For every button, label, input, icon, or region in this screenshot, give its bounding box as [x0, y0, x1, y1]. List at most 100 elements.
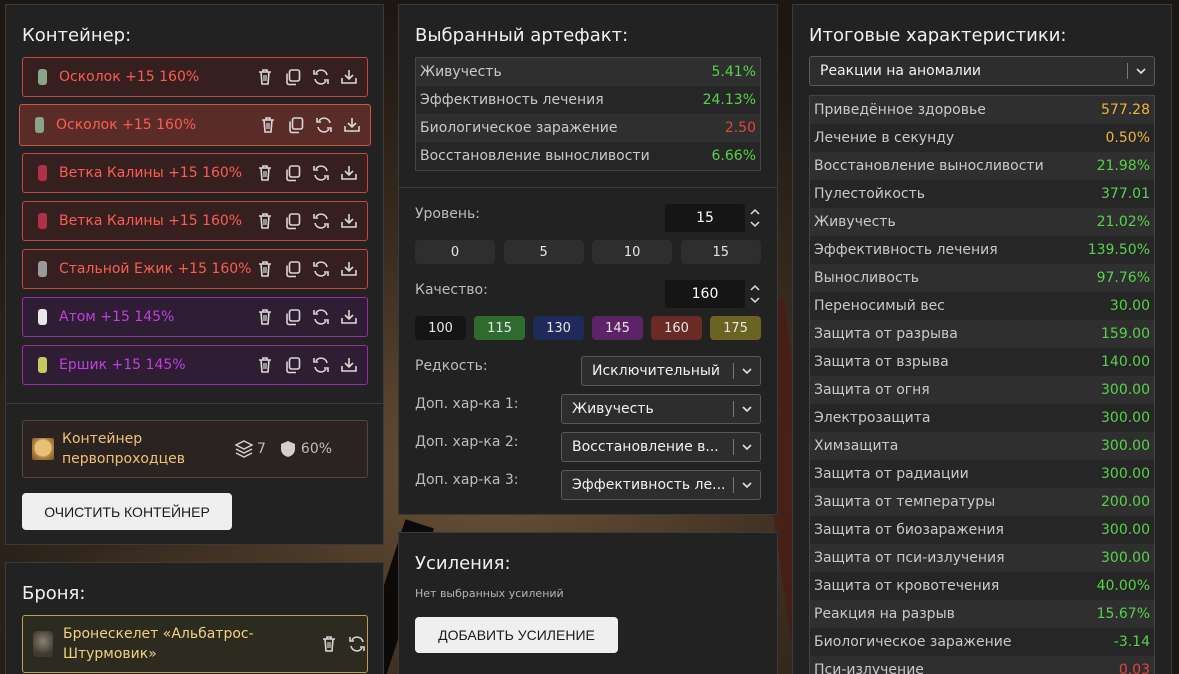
totals-panel: Итоговые характеристики: Реакции на аном…	[792, 4, 1172, 674]
trash-icon[interactable]	[255, 211, 275, 231]
copy-icon[interactable]	[283, 211, 303, 231]
quality-preset-button[interactable]: 145	[592, 316, 643, 340]
swap-icon[interactable]	[311, 211, 331, 231]
trash-icon[interactable]	[258, 115, 278, 135]
copy-icon[interactable]	[286, 115, 306, 135]
stat-name: Биологическое заражение	[420, 120, 618, 136]
total-stat-name: Защита от разрыва	[814, 326, 958, 342]
add-boost-button[interactable]: ДОБАВИТЬ УСИЛЕНИЕ	[415, 617, 618, 653]
quality-preset-button[interactable]: 100	[415, 316, 466, 340]
totals-row: Защита от огня 300.00	[810, 376, 1154, 404]
artifact-actions	[255, 211, 359, 231]
artifact-item[interactable]: Ветка Калины +15 160%	[22, 201, 368, 241]
chevron-down-icon	[740, 440, 754, 454]
selected-artifact-panel: Выбранный артефакт: Живучесть 5.41% Эффект…	[398, 4, 778, 515]
artifact-stats-table: Живучесть 5.41% Эффективность лечения 24.13…	[415, 57, 761, 171]
quality-spinner-icon[interactable]	[749, 282, 761, 306]
total-stat-name: Химзащита	[814, 438, 899, 454]
total-stat-name: Биологическое заражение	[814, 634, 1012, 650]
total-stat-name: Защита от биозаражения	[814, 522, 1004, 538]
divider	[399, 187, 777, 188]
trash-icon[interactable]	[255, 355, 275, 375]
artifact-actions	[255, 355, 359, 375]
extra1-value: Живучесть	[572, 401, 654, 417]
copy-icon[interactable]	[283, 355, 303, 375]
trash-icon[interactable]	[255, 259, 275, 279]
quality-preset-button[interactable]: 115	[474, 316, 525, 340]
extra1-select[interactable]: Живучесть	[561, 394, 761, 424]
swap-icon[interactable]	[311, 259, 331, 279]
download-icon[interactable]	[339, 163, 359, 183]
quality-input[interactable]: 160	[665, 280, 745, 308]
artifact-name: Атом +15 145%	[59, 309, 175, 325]
quality-preset-button[interactable]: 175	[710, 316, 761, 340]
swap-icon[interactable]	[347, 634, 367, 654]
capacity-stat: 7	[234, 439, 266, 459]
armor-card[interactable]: Бронескелет «Альбатрос-Штурмовик»	[22, 615, 368, 673]
swap-icon[interactable]	[311, 163, 331, 183]
level-preset-button[interactable]: 15	[680, 240, 761, 264]
copy-icon[interactable]	[283, 67, 303, 87]
stat-name: Живучесть	[420, 64, 502, 80]
swap-icon[interactable]	[311, 307, 331, 327]
totals-row: Защита от биозаражения 300.00	[810, 516, 1154, 544]
totals-row: Пси-излучение 0.03	[810, 656, 1154, 674]
artifact-stat-row: Восстановление выносливости 6.66%	[416, 142, 760, 170]
level-spinner-icon[interactable]	[749, 206, 761, 230]
download-icon[interactable]	[339, 259, 359, 279]
total-stat-value: 300.00	[1101, 438, 1150, 454]
download-icon[interactable]	[339, 355, 359, 375]
artifact-item[interactable]: Ветка Калины +15 160%	[22, 153, 368, 193]
quality-preset-button[interactable]: 130	[533, 316, 584, 340]
total-stat-value: 15.67%	[1096, 606, 1150, 622]
total-stat-value: 300.00	[1101, 550, 1150, 566]
extra3-select[interactable]: Эффективность ле...	[561, 470, 761, 500]
download-icon[interactable]	[339, 307, 359, 327]
swap-icon[interactable]	[314, 115, 334, 135]
totals-table: Приведённое здоровье 577.28 Лечение в секу…	[809, 95, 1155, 674]
clear-container-button[interactable]: ОЧИСТИТЬ КОНТЕЙНЕР	[22, 493, 232, 530]
extra2-select[interactable]: Восстановление в...	[561, 432, 761, 462]
totals-row: Защита от температуры 200.00	[810, 488, 1154, 516]
level-preset-button[interactable]: 5	[503, 240, 584, 264]
copy-icon[interactable]	[283, 259, 303, 279]
total-stat-value: 300.00	[1101, 382, 1150, 398]
rarity-select[interactable]: Исключительный	[581, 356, 761, 386]
level-preset-button[interactable]: 0	[415, 240, 495, 264]
rarity-label: Редкость:	[415, 358, 488, 374]
extra3-value: Эффективность ле...	[572, 477, 726, 493]
total-stat-name: Защита от кровотечения	[814, 578, 1000, 594]
totals-row: Эффективность лечения 139.50%	[810, 236, 1154, 264]
total-stat-value: 21.02%	[1096, 214, 1150, 230]
artifact-item[interactable]: Осколок +15 160%	[22, 57, 368, 97]
container-card[interactable]: Контейнер первопроходцев 7 60%	[22, 420, 368, 478]
copy-icon[interactable]	[283, 307, 303, 327]
totals-row: Биологическое заражение -3.14	[810, 628, 1154, 656]
quality-preset-button[interactable]: 160	[651, 316, 702, 340]
trash-icon[interactable]	[255, 67, 275, 87]
swap-icon[interactable]	[311, 355, 331, 375]
trash-icon[interactable]	[255, 307, 275, 327]
artifact-item[interactable]: Ершик +15 145%	[22, 345, 368, 385]
artifact-item[interactable]: Атом +15 145%	[22, 297, 368, 337]
swap-icon[interactable]	[311, 67, 331, 87]
artifact-stat-row: Живучесть 5.41%	[416, 58, 760, 86]
copy-icon[interactable]	[283, 163, 303, 183]
download-icon[interactable]	[339, 67, 359, 87]
total-stat-value: 139.50%	[1087, 242, 1150, 258]
totals-filter-select[interactable]: Реакции на аномалии	[809, 56, 1155, 86]
stat-value: 24.13%	[702, 92, 756, 108]
download-icon[interactable]	[339, 211, 359, 231]
trash-icon[interactable]	[319, 634, 339, 654]
level-preset-button[interactable]: 10	[592, 240, 673, 264]
stat-name: Эффективность лечения	[420, 92, 604, 108]
armor-name: Бронескелет «Альбатрос-Штурмовик»	[63, 626, 254, 662]
trash-icon[interactable]	[255, 163, 275, 183]
rarity-value: Исключительный	[592, 363, 721, 379]
artifact-item[interactable]: Осколок +15 160%	[19, 104, 371, 146]
total-stat-value: 200.00	[1101, 494, 1150, 510]
level-input[interactable]: 15	[665, 204, 745, 232]
artifact-item[interactable]: Стальной Ежик +15 160%	[22, 249, 368, 289]
download-icon[interactable]	[342, 115, 362, 135]
artifact-thumbnail	[35, 354, 51, 376]
